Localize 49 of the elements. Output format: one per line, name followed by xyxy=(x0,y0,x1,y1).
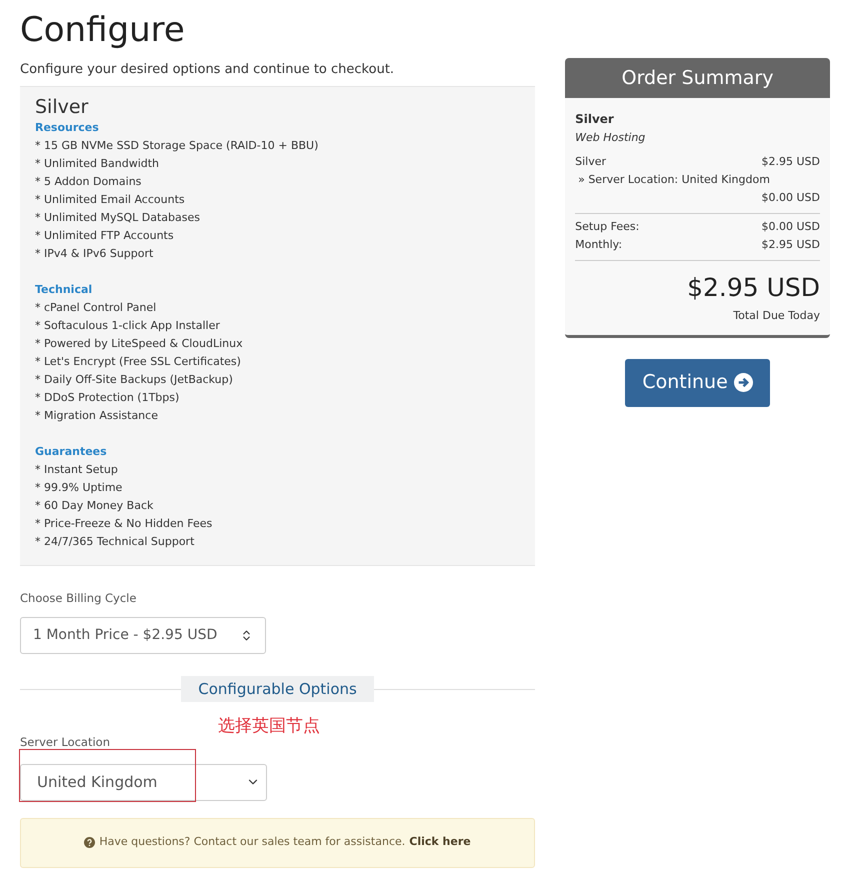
line-item-label: » Server Location: United Kingdom xyxy=(577,172,771,188)
feature-line: * Unlimited Bandwidth xyxy=(35,156,160,172)
field-label: Choose Billing Cycle xyxy=(20,590,138,606)
field-label: Server Location xyxy=(20,734,112,752)
total-amount: $2.95 USD xyxy=(687,272,820,304)
continue-button[interactable]: Continue xyxy=(625,358,770,406)
help-text: Have questions? Contact our sales team for assistance. xyxy=(99,834,406,850)
feature-line: * IPv4 & IPv6 Support xyxy=(35,246,154,262)
feature-line: * Price-Freeze & No Hidden Fees xyxy=(35,516,214,532)
section-heading: Resources xyxy=(35,120,100,136)
line-item-label: Silver xyxy=(575,154,606,170)
billing-cycle-select[interactable]: 1 Month Price - $2.95 USD xyxy=(20,616,266,654)
page-subtitle: Configure your desired options and continue to checkout. xyxy=(20,61,396,79)
fee-label: Monthly: xyxy=(575,236,622,252)
line-item-price: $0.00 USD xyxy=(762,190,820,206)
feature-line: * Let's Encrypt (Free SSL Certificates) xyxy=(35,354,242,370)
annotation-text: 选择英国节点 xyxy=(218,715,320,738)
feature-line: * Instant Setup xyxy=(35,462,119,478)
summary-product: Silver xyxy=(575,111,615,128)
arrow-circle-icon xyxy=(734,373,753,392)
feature-line: * Unlimited MySQL Databases xyxy=(35,210,201,226)
page-title: Configure xyxy=(20,10,186,50)
total-label: Total Due Today xyxy=(733,308,820,324)
line-item-price: $2.95 USD xyxy=(762,154,820,170)
help-link[interactable]: Click here xyxy=(409,834,471,851)
feature-line: * Softaculous 1-click App Installer xyxy=(35,318,221,334)
feature-line: * Unlimited Email Accounts xyxy=(35,192,186,208)
summary-header: Order Summary xyxy=(565,58,830,98)
server-location-select[interactable]: United Kingdom xyxy=(20,764,267,800)
feature-line: * DDoS Protection (1Tbps) xyxy=(35,390,180,406)
feature-line: * 24/7/365 Technical Support xyxy=(35,534,196,550)
section-heading: Technical xyxy=(35,282,94,298)
feature-line: * 99.9% Uptime xyxy=(35,480,124,496)
feature-line: * Migration Assistance xyxy=(35,408,159,424)
product-name: Silver xyxy=(35,94,90,118)
feature-line: * 5 Addon Domains xyxy=(35,174,142,190)
feature-line: * Daily Off-Site Backups (JetBackup) xyxy=(35,372,234,388)
feature-line: * Powered by LiteSpeed & CloudLinux xyxy=(35,336,244,352)
feature-line: * 15 GB NVMe SSD Storage Space (RAID-10 + BBU) xyxy=(35,138,320,154)
section-heading: Guarantees xyxy=(35,444,108,460)
section-title: Configurable Options xyxy=(181,676,374,702)
fee-price: $0.00 USD xyxy=(762,218,820,234)
summary-group: Web Hosting xyxy=(575,130,820,146)
fee-price: $2.95 USD xyxy=(762,236,820,252)
question-icon xyxy=(84,837,96,848)
feature-line: * Unlimited FTP Accounts xyxy=(35,228,175,244)
fee-label: Setup Fees: xyxy=(575,218,640,234)
feature-line: * 60 Day Money Back xyxy=(35,498,154,514)
feature-line: * cPanel Control Panel xyxy=(35,300,158,316)
